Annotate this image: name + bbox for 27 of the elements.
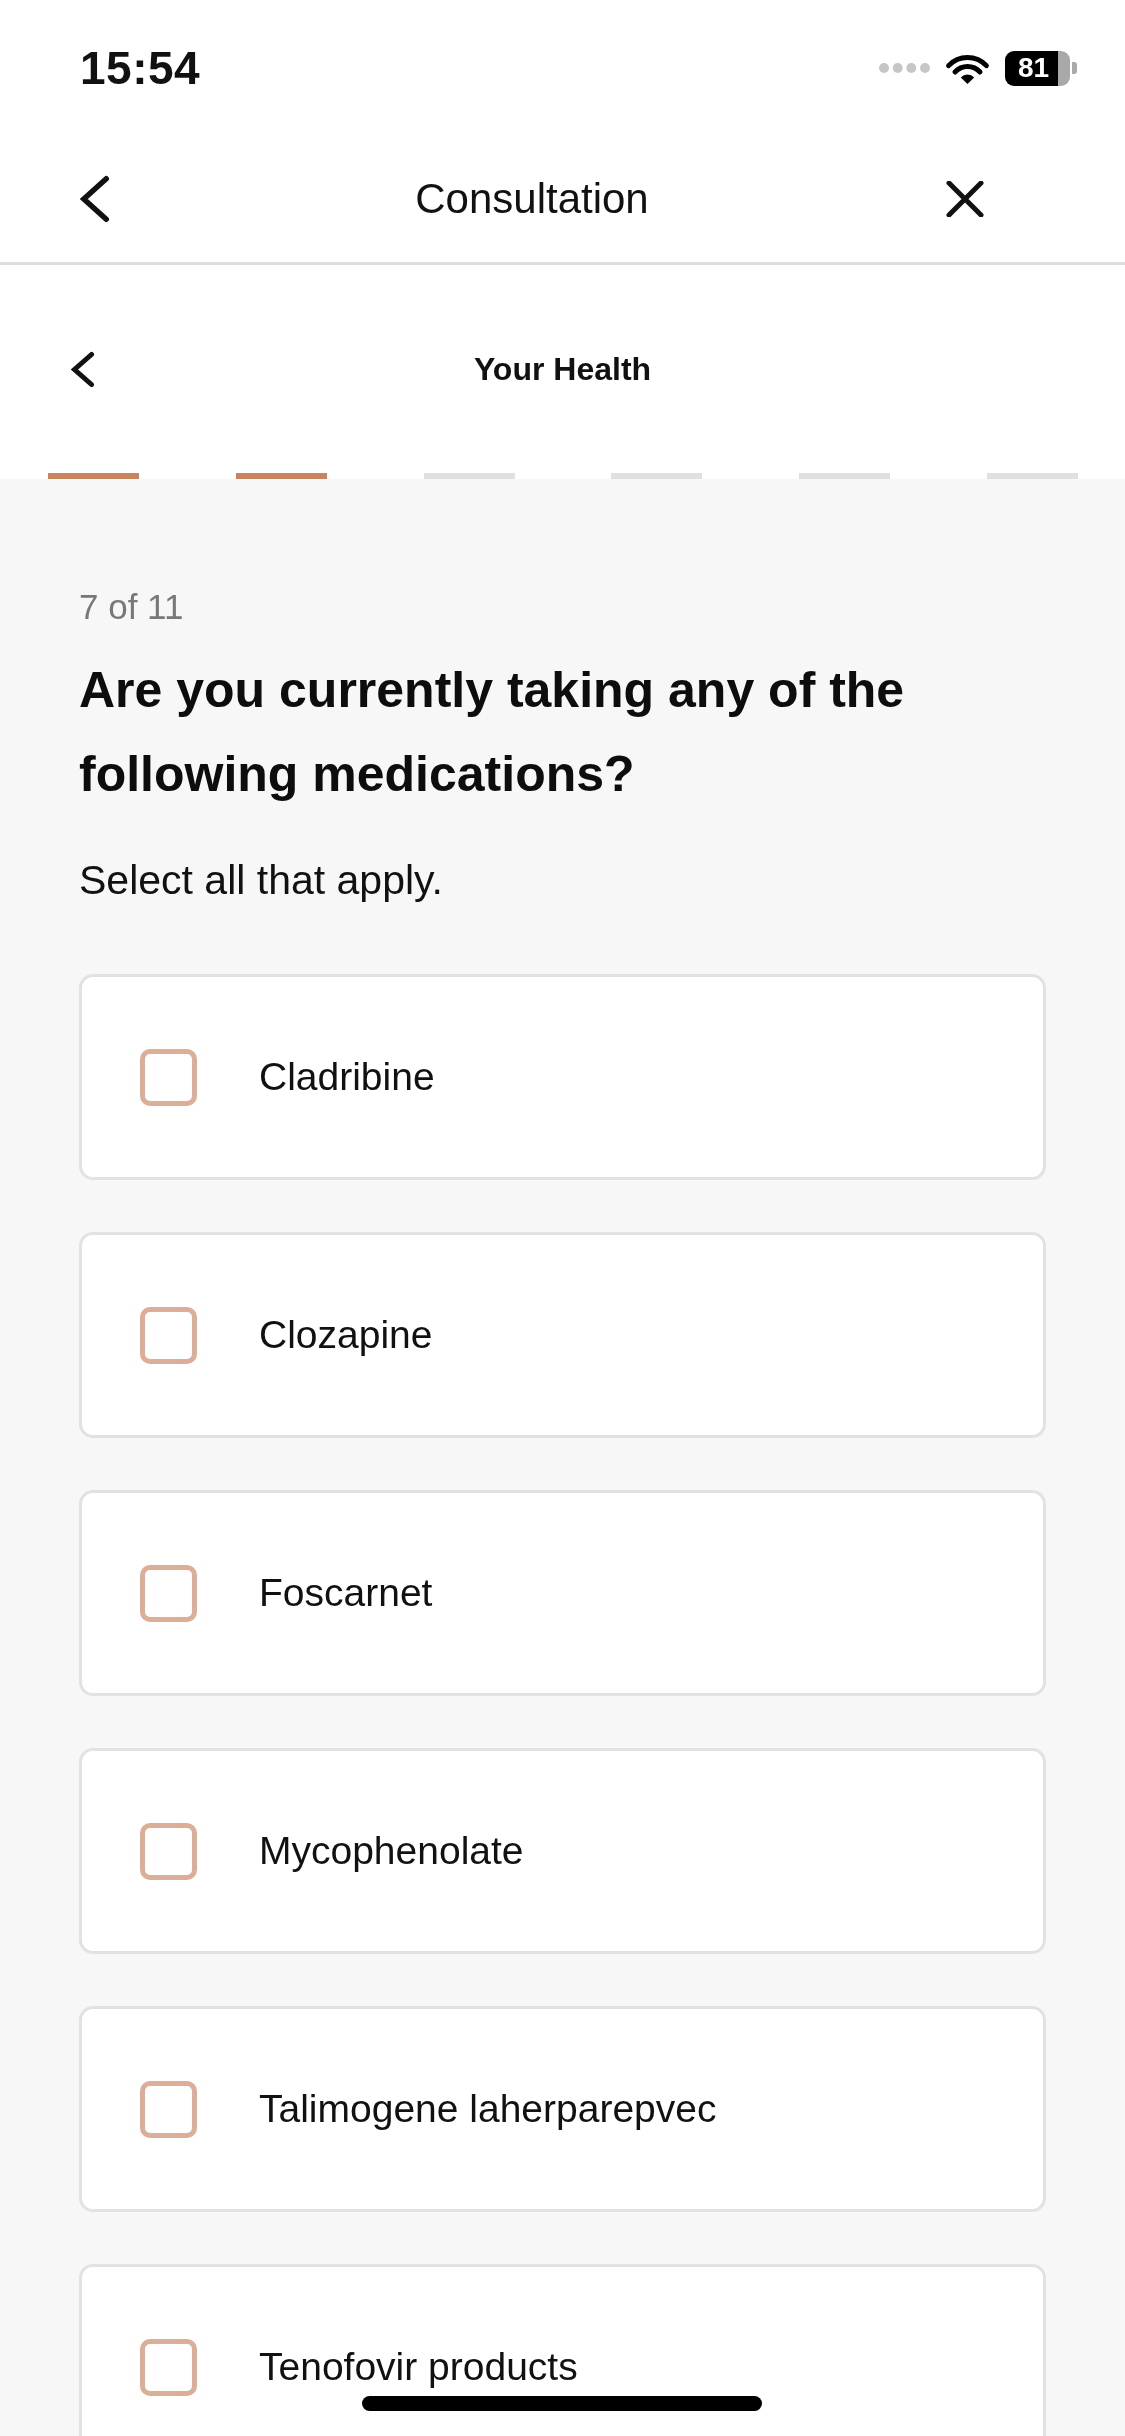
wifi-icon <box>945 52 990 84</box>
option-card[interactable]: Tenofovir products <box>79 2264 1046 2436</box>
checkbox[interactable] <box>140 1306 197 1364</box>
checkbox[interactable] <box>140 1564 197 1622</box>
checkbox[interactable] <box>140 1048 197 1106</box>
option-card[interactable]: Foscarnet <box>79 1490 1046 1696</box>
option-card[interactable]: Clozapine <box>79 1232 1046 1438</box>
option-card[interactable]: Talimogene laherparepvec <box>79 2006 1046 2212</box>
option-card[interactable]: Mycophenolate <box>79 1748 1046 1954</box>
checkbox[interactable] <box>140 2080 197 2138</box>
question-text: Are you currently taking any of the following medications? <box>79 661 906 804</box>
question-counter: 7 of 11 <box>79 586 184 628</box>
chevron-left-icon <box>71 350 95 388</box>
question-hint: Select all that apply. <box>79 856 443 905</box>
status-time: 15:54 <box>80 41 201 95</box>
section-title: Your Health <box>473 350 652 388</box>
battery-indicator: 81 <box>1005 50 1077 86</box>
checkbox[interactable] <box>140 1822 197 1880</box>
nav-title: Consultation <box>415 175 649 223</box>
cellular-signal-icon <box>879 63 930 73</box>
close-icon <box>946 181 984 217</box>
back-button[interactable] <box>80 175 110 223</box>
section-back-button[interactable] <box>71 350 95 388</box>
checkbox[interactable] <box>140 2338 197 2396</box>
close-button[interactable] <box>946 181 984 217</box>
option-card[interactable]: Cladribine <box>79 974 1046 1180</box>
chevron-left-icon <box>80 175 110 223</box>
